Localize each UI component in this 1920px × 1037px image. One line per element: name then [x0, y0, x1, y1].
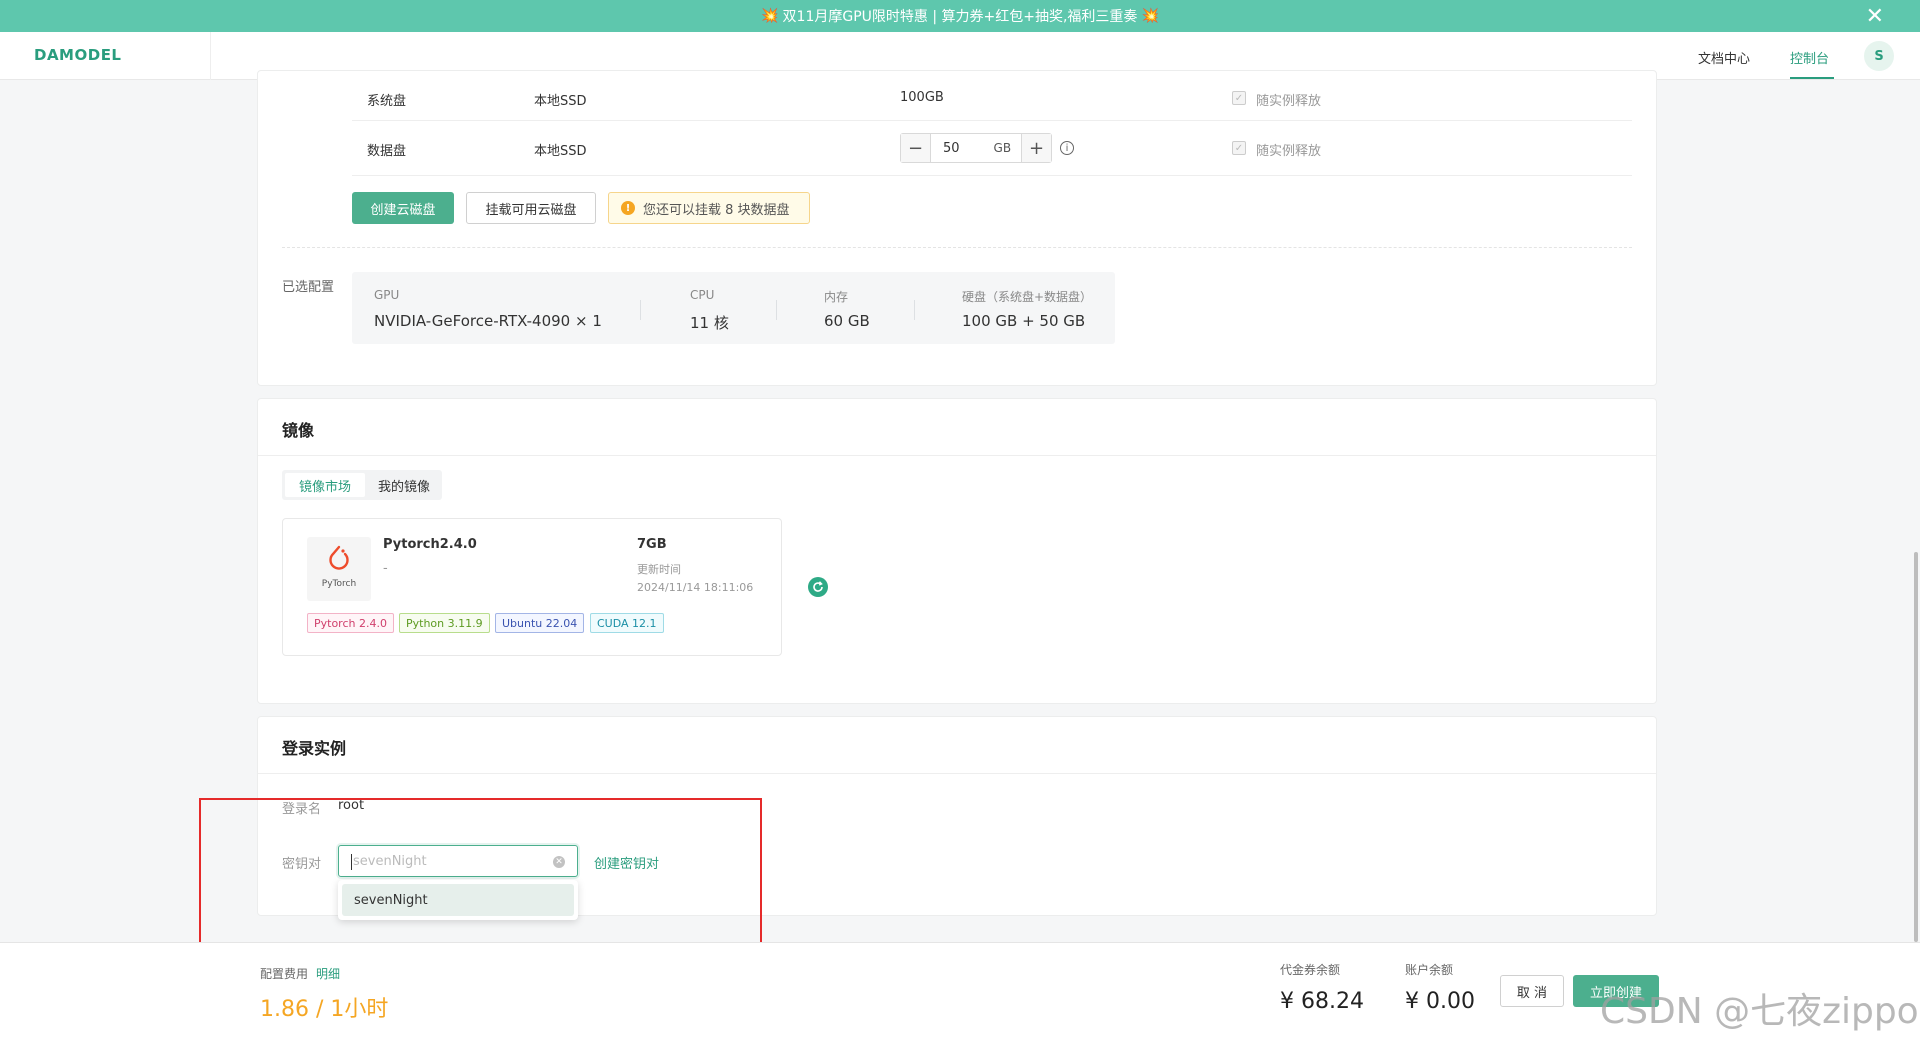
refresh-icon[interactable]	[808, 577, 828, 597]
image-updated-value: 2024/11/14 18:11:06	[637, 581, 754, 594]
config-divider	[776, 300, 777, 320]
decrement-button[interactable]: −	[901, 134, 931, 162]
data-disk-release-label: 随实例释放	[1256, 144, 1322, 159]
logo[interactable]: DAMODEL	[34, 46, 122, 64]
promo-burst-icon-left: 💥	[761, 8, 779, 24]
data-disk-type: 本地SSD	[534, 144, 587, 159]
mount-limit-text: 您还可以挂载 8 块数据盘	[643, 202, 790, 218]
disk-row-divider	[352, 120, 1632, 121]
login-section-title: 登录实例	[282, 739, 347, 758]
nav-console-link[interactable]: 控制台	[1790, 48, 1829, 67]
tab-my-images[interactable]: 我的镜像	[370, 473, 438, 497]
account-balance-label: 账户余额	[1405, 963, 1454, 977]
system-disk-release-checkbox: ✓	[1232, 91, 1246, 105]
promo-text[interactable]: 双11月摩GPU限时特惠 | 算力券+红包+抽奖,福利三重奏	[783, 6, 1138, 26]
system-disk-label: 系统盘	[367, 94, 407, 109]
pytorch-logo-text: PyTorch	[321, 579, 357, 589]
tab-image-market[interactable]: 镜像市场	[285, 473, 365, 497]
image-desc: -	[383, 561, 388, 576]
data-disk-release-checkbox: ✓	[1232, 141, 1246, 155]
mount-cloud-disk-button[interactable]: 挂载可用云磁盘	[466, 192, 596, 224]
system-disk-release-label: 随实例释放	[1256, 94, 1322, 109]
warning-icon: !	[621, 201, 635, 215]
voucher-balance-value: ¥ 68.24	[1280, 989, 1364, 1014]
fee-label: 配置费用	[260, 967, 309, 981]
image-tabs: 镜像市场 我的镜像	[282, 470, 442, 500]
disk-summary-label: 硬盘（系统盘+数据盘）	[962, 290, 1093, 304]
voucher-balance-label: 代金券余额	[1280, 963, 1341, 977]
increment-button[interactable]: +	[1021, 134, 1051, 162]
account-balance-value: ¥ 0.00	[1405, 989, 1475, 1014]
pytorch-logo: PyTorch	[307, 537, 371, 601]
disk-summary-value: 100 GB + 50 GB	[962, 312, 1086, 330]
image-name: Pytorch2.4.0	[383, 537, 477, 552]
info-icon[interactable]: i	[1060, 141, 1074, 155]
data-disk-stepper: − 50 GB +	[900, 133, 1052, 163]
promo-burst-icon-right: 💥	[1141, 8, 1159, 24]
fee-detail-link[interactable]: 明细	[316, 965, 340, 982]
image-tag: Pytorch 2.4.0	[307, 613, 394, 633]
image-card-pytorch[interactable]: PyTorch Pytorch2.4.0 - 7GB 更新时间 2024/11/…	[282, 518, 782, 656]
image-section-title: 镜像	[282, 421, 315, 440]
selected-config-label: 已选配置	[282, 280, 335, 295]
close-icon[interactable]: ✕	[1866, 4, 1884, 29]
image-size: 7GB	[637, 537, 667, 552]
annotation-highlight-box	[199, 798, 762, 959]
gpu-value: NVIDIA-GeForce-RTX-4090 × 1	[374, 312, 602, 330]
nav-active-indicator	[1790, 77, 1834, 79]
selected-config-summary: GPU NVIDIA-GeForce-RTX-4090 × 1 CPU 11 核…	[352, 272, 1115, 344]
system-disk-size: 100GB	[900, 90, 944, 105]
memory-label: 内存	[824, 290, 849, 304]
memory-value: 60 GB	[824, 312, 870, 330]
scrollbar-thumb[interactable]	[1914, 552, 1918, 942]
cpu-label: CPU	[690, 288, 715, 302]
create-cloud-disk-button[interactable]: 创建云磁盘	[352, 192, 454, 224]
image-title-divider	[258, 455, 1656, 456]
image-tag: CUDA 12.1	[590, 613, 664, 633]
price-per-hour: 1.86 / 1小时	[260, 997, 389, 1022]
image-tag: Python 3.11.9	[399, 613, 490, 633]
nav-docs-link[interactable]: 文档中心	[1698, 48, 1750, 67]
config-divider	[914, 300, 915, 320]
data-disk-label: 数据盘	[367, 144, 407, 159]
watermark: CSDN @七夜zippoe	[1600, 991, 1920, 1032]
system-disk-type: 本地SSD	[534, 94, 587, 109]
image-updated-label: 更新时间	[637, 563, 681, 576]
gpu-label: GPU	[374, 288, 400, 302]
avatar[interactable]: S	[1864, 41, 1894, 71]
logo-divider	[210, 32, 211, 80]
pytorch-flame-icon	[329, 545, 349, 570]
cpu-value: 11 核	[690, 314, 729, 332]
cancel-button[interactable]: 取 消	[1500, 975, 1564, 1007]
data-disk-input[interactable]: 50	[931, 141, 960, 156]
disk-row-divider	[352, 175, 1632, 176]
promo-banner[interactable]: 💥 双11月摩GPU限时特惠 | 算力券+红包+抽奖,福利三重奏 💥 ✕	[0, 0, 1920, 32]
data-disk-unit: GB	[993, 141, 1012, 155]
refresh-arrow-icon	[813, 581, 823, 592]
config-divider	[640, 300, 641, 320]
section-divider	[282, 247, 1632, 248]
image-tag: Ubuntu 22.04	[495, 613, 585, 633]
login-title-divider	[258, 773, 1656, 774]
mount-limit-warning: ! 您还可以挂载 8 块数据盘	[608, 192, 810, 224]
